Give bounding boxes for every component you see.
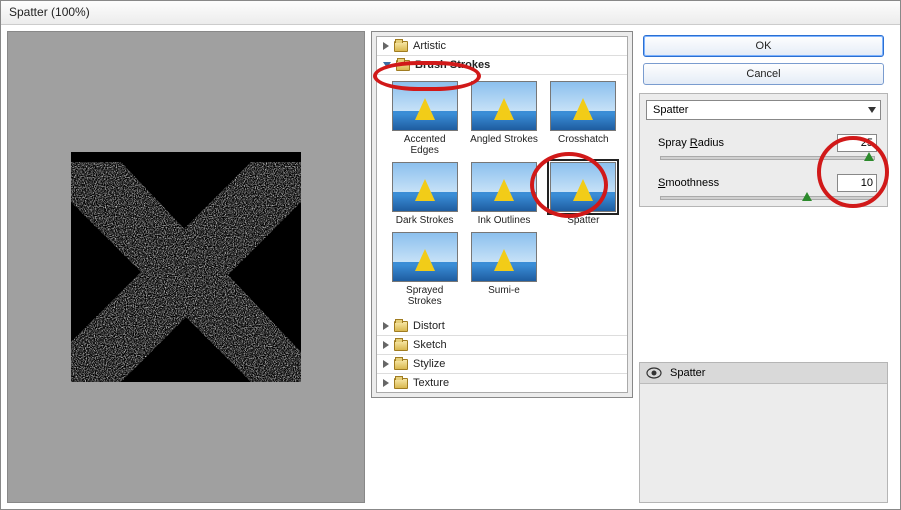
preview-art [71, 152, 301, 382]
thumb-angled-strokes[interactable]: Angled Strokes [468, 81, 539, 156]
chevron-right-icon [383, 360, 389, 368]
chevron-right-icon [383, 322, 389, 330]
thumbnail-grid: Accented Edges Angled Strokes Crosshatch [377, 75, 627, 317]
chevron-right-icon [383, 42, 389, 50]
smoothness-input[interactable] [837, 174, 877, 192]
layer-label: Spatter [670, 367, 705, 379]
visibility-eye-icon[interactable] [646, 367, 662, 379]
preview-pane[interactable] [7, 31, 365, 503]
filter-tree-pane: Artistic Brush Strokes Accented Edges [371, 31, 633, 398]
category-distort[interactable]: Distort [377, 317, 627, 336]
thumb-sumi-e[interactable]: Sumi-e [468, 232, 539, 307]
category-sketch[interactable]: Sketch [377, 336, 627, 355]
thumb-crosshatch[interactable]: Crosshatch [548, 81, 619, 156]
filter-tree[interactable]: Artistic Brush Strokes Accented Edges [376, 36, 628, 393]
filter-tree-column: Artistic Brush Strokes Accented Edges [371, 31, 633, 503]
preview-image [71, 152, 301, 382]
category-label: Stylize [413, 358, 445, 370]
category-label: Sketch [413, 339, 447, 351]
param-spray-radius: Spray Radius [646, 134, 881, 160]
title-text: Spatter (100%) [9, 5, 90, 19]
param-smoothness: Smoothness [646, 174, 881, 200]
smoothness-label: Smoothness [658, 177, 719, 189]
folder-icon [394, 340, 408, 351]
chevron-right-icon [383, 341, 389, 349]
spray-radius-label: Spray Radius [658, 137, 724, 149]
chevron-down-icon [383, 62, 391, 68]
category-artistic[interactable]: Artistic [377, 37, 627, 56]
smoothness-slider[interactable] [660, 196, 875, 200]
window-title: Spatter (100%) [1, 1, 900, 25]
layer-row[interactable]: Spatter [640, 363, 887, 384]
thumb-spatter[interactable]: Spatter [548, 162, 619, 226]
folder-icon [396, 60, 410, 71]
category-label: Brush Strokes [415, 59, 490, 71]
folder-icon [394, 378, 408, 389]
cancel-button[interactable]: Cancel [643, 63, 884, 85]
dialog-buttons: OK Cancel [637, 31, 890, 85]
chevron-right-icon [383, 379, 389, 387]
category-brush-strokes[interactable]: Brush Strokes [377, 56, 627, 75]
category-label: Distort [413, 320, 445, 332]
folder-icon [394, 321, 408, 332]
category-texture[interactable]: Texture [377, 374, 627, 392]
spray-radius-slider[interactable] [660, 156, 875, 160]
effect-layers: Spatter [639, 362, 888, 503]
thumb-sprayed-strokes[interactable]: Sprayed Strokes [389, 232, 460, 307]
content-area: Artistic Brush Strokes Accented Edges [1, 25, 900, 509]
ok-button[interactable]: OK [643, 35, 884, 57]
thumb-accented-edges[interactable]: Accented Edges [389, 81, 460, 156]
filter-gallery-window: Spatter (100%) [0, 0, 901, 510]
slider-thumb-icon [802, 192, 812, 201]
spray-radius-input[interactable] [837, 134, 877, 152]
category-label: Texture [413, 377, 449, 389]
folder-icon [394, 359, 408, 370]
filter-select[interactable]: Spatter [646, 100, 881, 120]
right-panel: OK Cancel Spatter Spray Radius [637, 31, 890, 503]
category-stylize[interactable]: Stylize [377, 355, 627, 374]
filter-select-value: Spatter [653, 104, 688, 116]
thumb-ink-outlines[interactable]: Ink Outlines [468, 162, 539, 226]
category-label: Artistic [413, 40, 446, 52]
folder-icon [394, 41, 408, 52]
thumb-dark-strokes[interactable]: Dark Strokes [389, 162, 460, 226]
slider-thumb-icon [864, 152, 874, 161]
filter-settings: Spatter Spray Radius Smoothness [639, 93, 888, 207]
